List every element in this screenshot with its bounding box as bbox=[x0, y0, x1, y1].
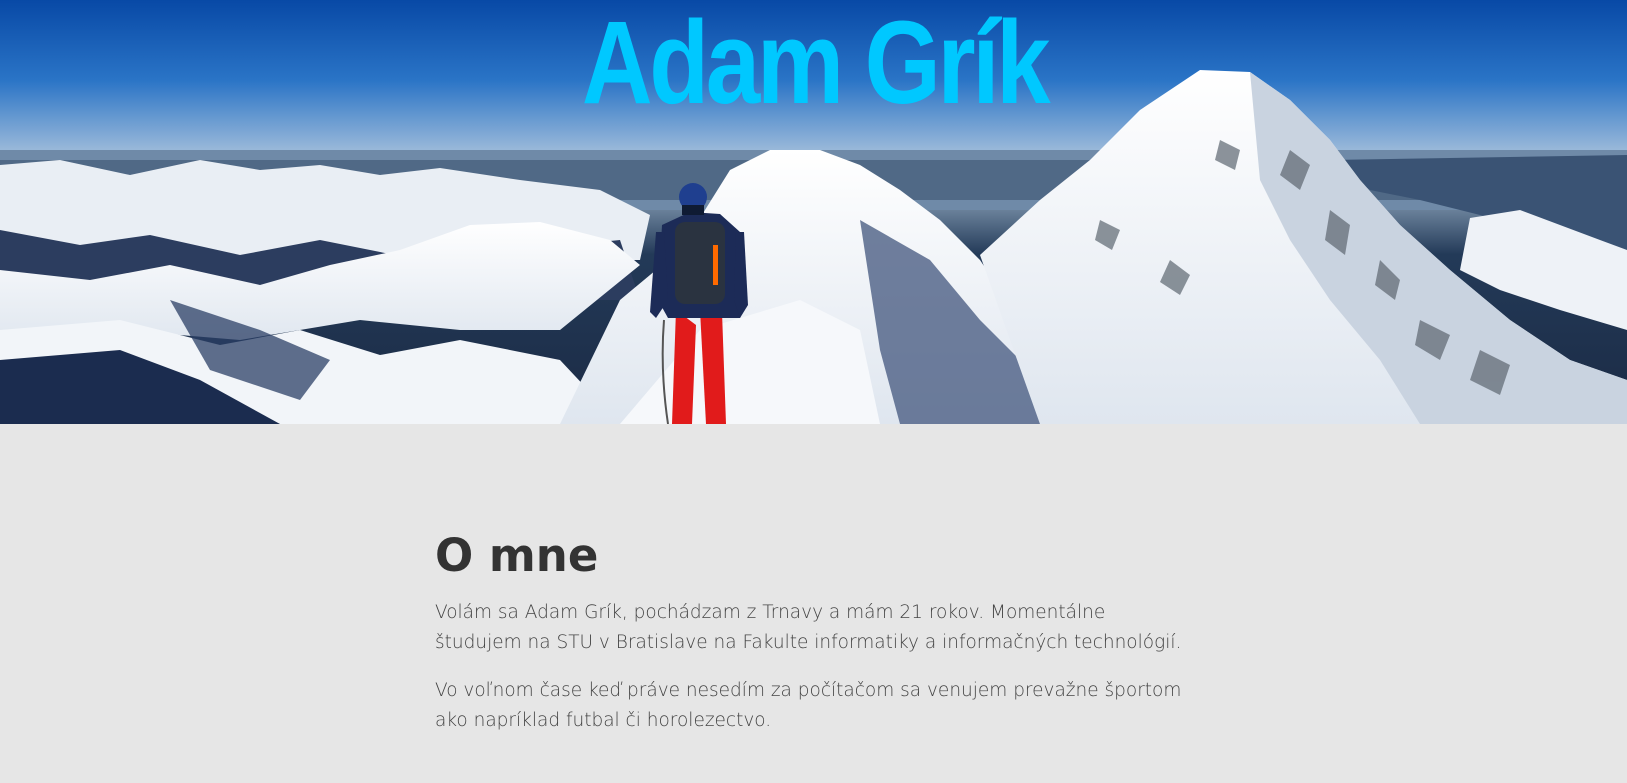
site-title: Adam Grík bbox=[581, 0, 1051, 129]
hero-banner: Adam Grík bbox=[0, 0, 1627, 424]
about-section: O mne Volám sa Adam Grík, pochádzam z Tr… bbox=[435, 526, 1195, 754]
about-paragraph-2: Vo voľnom čase keď práve nesedím za počí… bbox=[435, 680, 1182, 731]
about-paragraph-1: Volám sa Adam Grík, pochádzam z Trnavy a… bbox=[435, 602, 1182, 653]
about-heading: O mne bbox=[435, 529, 599, 582]
